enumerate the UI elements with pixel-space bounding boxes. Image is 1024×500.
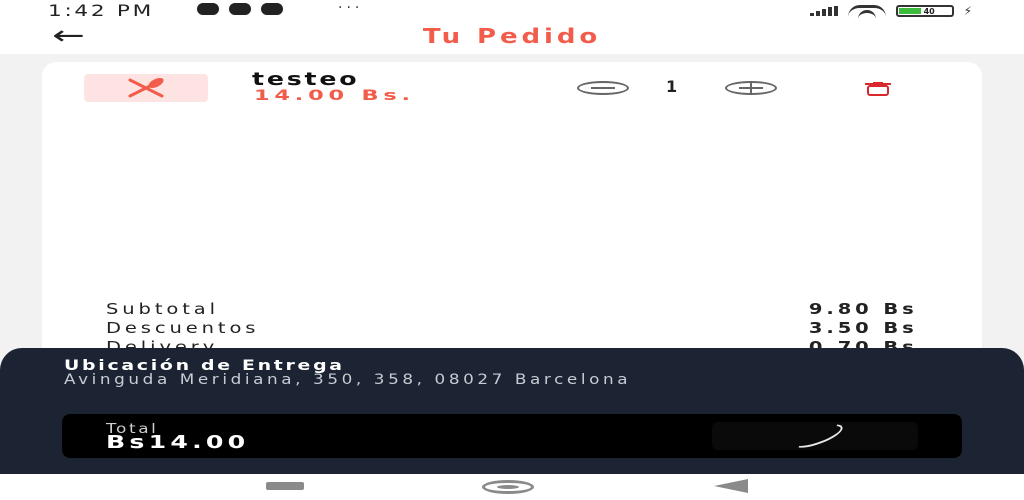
battery-level: 40	[923, 6, 935, 16]
summary-value: 9.80 Bs	[809, 300, 918, 318]
delete-item-button[interactable]	[860, 81, 896, 96]
more-notifications-icon: ···	[338, 0, 364, 16]
page-title: Tu Pedido	[422, 24, 602, 48]
notification-icons	[197, 3, 283, 15]
trash-icon	[865, 82, 891, 96]
status-bar: 1:42 PM ··· 40 ⚡	[0, 0, 1024, 20]
summary-label: Descuentos	[106, 319, 260, 337]
system-nav-bar	[0, 474, 1024, 500]
loading-spinner-icon	[790, 419, 846, 453]
home-button[interactable]	[482, 480, 534, 494]
item-name: testeo	[252, 69, 360, 90]
status-time: 1:42 PM	[48, 1, 154, 20]
battery-icon: 40	[895, 5, 954, 17]
item-quantity: 1	[666, 77, 678, 96]
total-value: Bs14.00	[106, 432, 250, 453]
whatsapp-icon	[197, 3, 219, 15]
summary-label: Subtotal	[106, 300, 219, 318]
summary-subtotal-row: Subtotal 9.80 Bs	[106, 300, 918, 318]
item-price: 14.00 Bs.	[254, 88, 415, 104]
item-thumbnail	[84, 74, 208, 102]
system-icons: 40 ⚡	[809, 4, 972, 18]
increase-quantity-button[interactable]	[725, 81, 777, 95]
checkout-sheet: Ubicación de Entrega Avinguda Meridiana,…	[0, 348, 1024, 474]
cutlery-icon	[128, 78, 164, 98]
messenger-icon	[229, 3, 251, 15]
order-card: testeo 14.00 Bs. 1 Subtotal 9.80 Bs Desc…	[42, 62, 982, 362]
messenger-icon	[261, 3, 283, 15]
confirm-order-button[interactable]	[712, 419, 918, 453]
app-header: ← Tu Pedido	[0, 20, 1024, 54]
recent-apps-button[interactable]	[266, 482, 304, 490]
wifi-icon	[847, 5, 886, 17]
signal-icon	[809, 6, 838, 16]
charging-icon: ⚡	[963, 4, 972, 18]
decrease-quantity-button[interactable]	[577, 81, 629, 95]
total-bar: Total Bs14.00	[62, 414, 962, 458]
delivery-address[interactable]: Avinguda Meridiana, 350, 358, 08027 Barc…	[64, 373, 808, 387]
system-back-button[interactable]	[714, 479, 748, 493]
summary-discount-row: Descuentos 3.50 Bs	[106, 319, 918, 337]
summary-value: 3.50 Bs	[809, 319, 918, 337]
